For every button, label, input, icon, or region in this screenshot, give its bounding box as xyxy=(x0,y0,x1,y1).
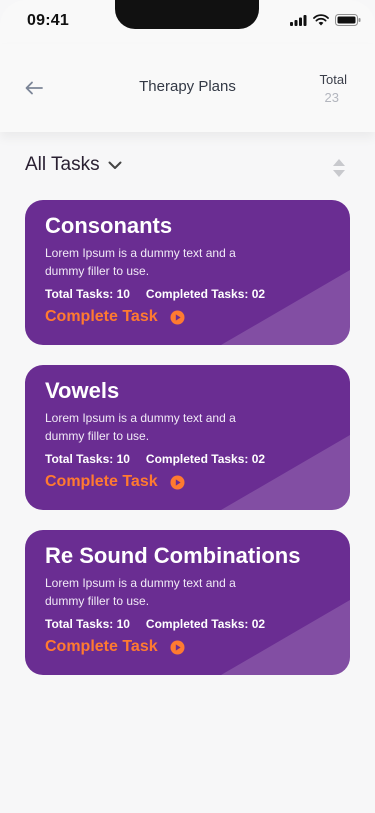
status-icons xyxy=(290,14,361,26)
battery-icon xyxy=(335,14,361,26)
phone-screen: 09:41 Therapy Plans Total 23 All Tasks C… xyxy=(0,0,375,813)
completed-tasks-label: Completed Tasks: 02 xyxy=(145,617,266,631)
chevron-down-icon xyxy=(108,161,122,169)
app-header: Therapy Plans Total 23 xyxy=(0,44,375,132)
signal-icon xyxy=(290,14,307,26)
completed-tasks-label: Completed Tasks: 02 xyxy=(145,452,266,466)
card-title: Re Sound Combinations xyxy=(45,543,301,568)
complete-task-button[interactable]: Complete Task xyxy=(45,473,185,491)
card-stats: Total Tasks: 10 Completed Tasks: 02 xyxy=(45,287,265,301)
card-title: Vowels xyxy=(45,378,120,403)
card-description: Lorem Ipsum is a dummy text and a dummy … xyxy=(45,246,236,278)
filter-row: All Tasks xyxy=(25,154,350,182)
card-stats: Total Tasks: 10 Completed Tasks: 02 xyxy=(45,452,265,466)
status-bar: 09:41 xyxy=(0,0,375,44)
filter-label: All Tasks xyxy=(25,154,100,175)
play-circle-icon xyxy=(170,475,185,489)
play-circle-icon xyxy=(170,310,185,324)
total-label: Total xyxy=(319,72,347,87)
complete-task-label: Complete Task xyxy=(45,638,158,655)
sort-icon[interactable] xyxy=(332,158,346,178)
task-filter-dropdown[interactable]: All Tasks xyxy=(25,154,122,176)
total-count: 23 xyxy=(324,90,339,105)
therapy-plan-card[interactable]: Vowels Lorem Ipsum is a dummy text and a… xyxy=(25,365,350,510)
wifi-icon xyxy=(313,14,329,26)
card-description: Lorem Ipsum is a dummy text and a dummy … xyxy=(45,411,236,443)
complete-task-button[interactable]: Complete Task xyxy=(45,638,185,656)
device-notch xyxy=(115,0,259,29)
total-tasks-label: Total Tasks: 10 xyxy=(45,287,130,301)
total-tasks-label: Total Tasks: 10 xyxy=(45,452,130,466)
complete-task-label: Complete Task xyxy=(45,473,158,490)
complete-task-button[interactable]: Complete Task xyxy=(45,308,185,326)
card-stats: Total Tasks: 10 Completed Tasks: 02 xyxy=(45,617,265,631)
status-time: 09:41 xyxy=(27,12,69,29)
card-description: Lorem Ipsum is a dummy text and a dummy … xyxy=(45,576,236,608)
total-tasks-label: Total Tasks: 10 xyxy=(45,617,130,631)
card-title: Consonants xyxy=(45,213,173,238)
therapy-plan-card[interactable]: Consonants Lorem Ipsum is a dummy text a… xyxy=(25,200,350,345)
play-circle-icon xyxy=(170,640,185,654)
therapy-plan-card[interactable]: Re Sound Combinations Lorem Ipsum is a d… xyxy=(25,530,350,675)
completed-tasks-label: Completed Tasks: 02 xyxy=(145,287,266,301)
complete-task-label: Complete Task xyxy=(45,308,158,325)
